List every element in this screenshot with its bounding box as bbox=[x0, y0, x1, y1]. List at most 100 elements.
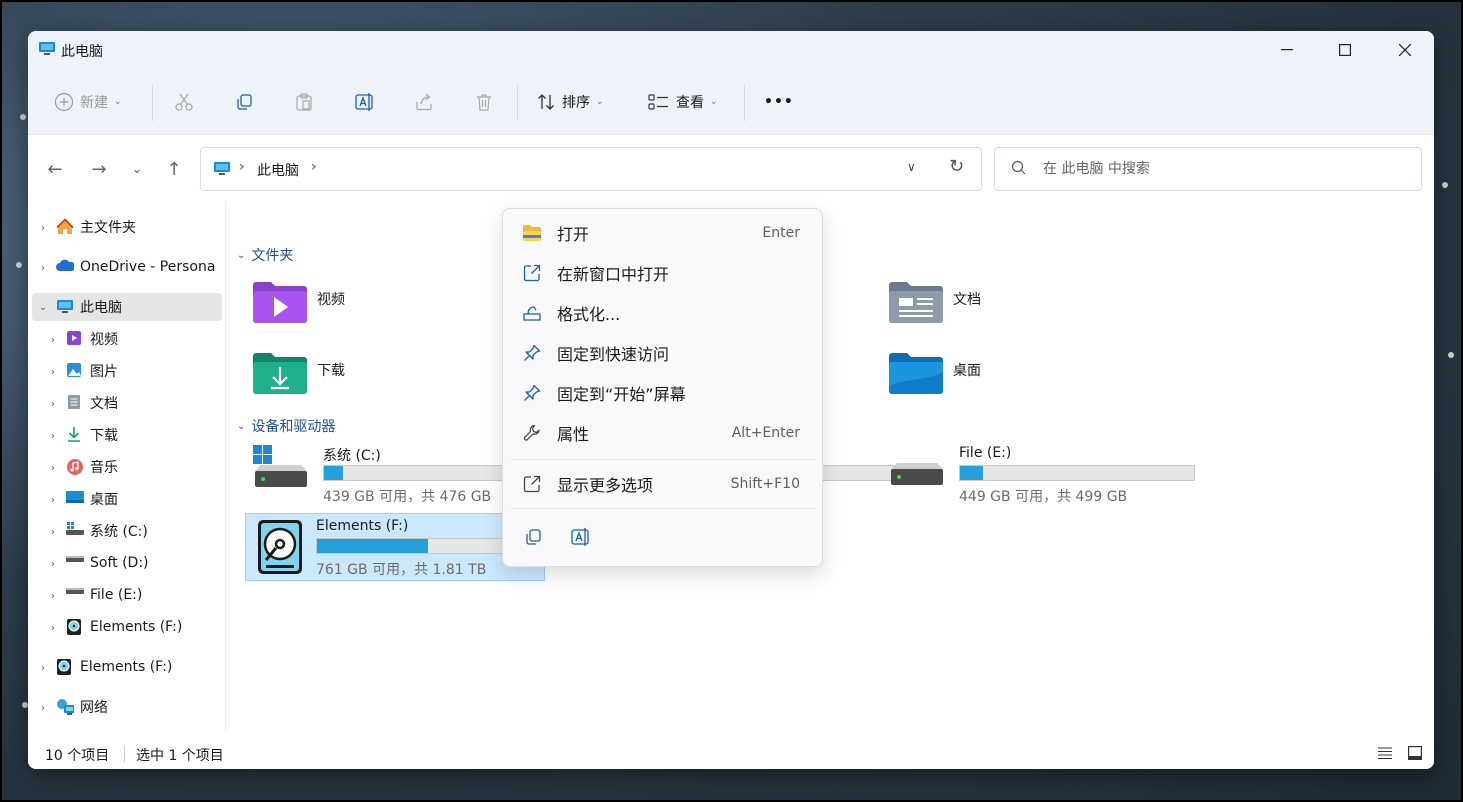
sidebar-item-elements-drive[interactable]: › Elements (F:) bbox=[36, 653, 172, 681]
sidebar-item-desktop[interactable]: › 桌面 bbox=[46, 485, 118, 513]
menu-item-properties[interactable]: 属性 Alt+Enter bbox=[503, 413, 822, 453]
sidebar-item-documents[interactable]: › 文档 bbox=[46, 389, 118, 417]
menu-item-format[interactable]: 格式化... bbox=[503, 293, 822, 333]
sidebar-item-drive-f[interactable]: › Elements (F:) bbox=[46, 613, 182, 641]
menu-item-label: 格式化... bbox=[557, 305, 621, 324]
new-button[interactable]: 新建 ⌄ bbox=[54, 87, 122, 117]
chevron-right-icon[interactable]: › bbox=[46, 429, 60, 442]
sidebar-item-label: 桌面 bbox=[90, 492, 118, 508]
status-divider bbox=[124, 746, 125, 762]
sort-button[interactable]: 排序 ⌄ bbox=[536, 87, 604, 117]
menu-copy-button[interactable] bbox=[521, 525, 545, 549]
chevron-down-icon[interactable]: ⌄ bbox=[36, 302, 50, 313]
section-title: 文件夹 bbox=[251, 248, 294, 264]
hard-drive-icon bbox=[66, 556, 84, 562]
folder-downloads[interactable]: 下载 bbox=[253, 352, 345, 394]
recent-locations-button[interactable]: ⌄ bbox=[124, 157, 150, 181]
refresh-icon[interactable]: ↻ bbox=[949, 156, 964, 177]
copy-button[interactable] bbox=[234, 87, 254, 117]
chevron-right-icon[interactable]: › bbox=[46, 365, 60, 378]
more-options-button[interactable]: ••• bbox=[764, 87, 794, 117]
show-more-icon bbox=[521, 473, 543, 495]
share-button[interactable] bbox=[414, 87, 434, 117]
system-drive-icon bbox=[253, 445, 307, 487]
chevron-right-icon[interactable]: › bbox=[46, 461, 60, 474]
sidebar-item-drive-e[interactable]: › File (E:) bbox=[46, 581, 143, 609]
sidebar-item-onedrive[interactable]: › OneDrive - Persona bbox=[36, 253, 216, 281]
forward-button[interactable]: → bbox=[86, 157, 112, 181]
rename-button[interactable] bbox=[354, 87, 376, 117]
search-box[interactable] bbox=[994, 147, 1422, 191]
menu-rename-button[interactable] bbox=[569, 525, 593, 549]
chevron-right-icon[interactable]: › bbox=[36, 221, 50, 234]
drive-f[interactable]: Elements (F:) 761 GB 可用，共 1.81 TB bbox=[245, 513, 545, 581]
folder-documents[interactable]: 文档 bbox=[889, 281, 981, 323]
cloud-icon bbox=[56, 259, 74, 271]
clipboard-icon bbox=[296, 93, 312, 111]
copy-icon bbox=[237, 94, 252, 110]
sort-icon bbox=[538, 94, 554, 110]
paste-button[interactable] bbox=[294, 87, 314, 117]
close-button[interactable] bbox=[1376, 31, 1434, 69]
folder-label: 下载 bbox=[317, 363, 345, 379]
chevron-right-icon[interactable]: › bbox=[46, 493, 60, 506]
sidebar-item-pictures[interactable]: › 图片 bbox=[46, 357, 118, 385]
menu-item-open-new-window[interactable]: 在新窗口中打开 bbox=[503, 253, 822, 293]
chevron-right-icon[interactable]: › bbox=[36, 261, 50, 274]
rename-icon bbox=[355, 93, 373, 111]
sidebar-item-drive-d[interactable]: › Soft (D:) bbox=[46, 549, 149, 577]
plus-circle-icon bbox=[54, 92, 74, 112]
menu-item-pin-quick-access[interactable]: 固定到快速访问 bbox=[503, 333, 822, 373]
desktop-folder-icon bbox=[889, 353, 943, 394]
toolbar-divider bbox=[744, 85, 745, 121]
address-history-chevron-icon[interactable]: ∨ bbox=[907, 160, 916, 174]
chevron-right-icon[interactable]: › bbox=[46, 557, 60, 570]
context-menu: 打开 Enter 在新窗口中打开 格式化... 固定到快速访问 固定到“开始”屏… bbox=[502, 208, 823, 567]
tiles-view-icon[interactable] bbox=[1408, 746, 1422, 760]
section-title: 设备和驱动器 bbox=[251, 419, 336, 435]
chevron-right-icon[interactable]: › bbox=[46, 621, 60, 634]
chevron-right-icon[interactable]: › bbox=[46, 589, 60, 602]
sidebar-item-network[interactable]: › 网络 bbox=[36, 693, 108, 721]
drive-e[interactable]: File (E:) 449 GB 可用，共 499 GB bbox=[889, 445, 1219, 505]
maximize-button[interactable] bbox=[1316, 31, 1374, 69]
sidebar-item-videos[interactable]: › 视频 bbox=[46, 325, 118, 353]
devices-section-header[interactable]: ⌄ 设备和驱动器 bbox=[237, 416, 335, 436]
breadcrumb-item[interactable]: 此电脑 bbox=[257, 160, 299, 180]
sidebar-item-label: 此电脑 bbox=[80, 300, 122, 316]
folders-section-header[interactable]: ⌄ 文件夹 bbox=[237, 245, 293, 265]
up-button[interactable]: ↑ bbox=[161, 157, 187, 181]
chevron-right-icon[interactable]: › bbox=[46, 525, 60, 538]
sidebar-item-music[interactable]: › 音乐 bbox=[46, 453, 118, 481]
folder-desktop[interactable]: 桌面 bbox=[889, 352, 981, 394]
menu-item-show-more-options[interactable]: 显示更多选项 Shift+F10 bbox=[503, 464, 822, 504]
search-input[interactable] bbox=[1043, 158, 1403, 180]
sidebar-item-label: 系统 (C:) bbox=[90, 524, 148, 540]
menu-item-open[interactable]: 打开 Enter bbox=[503, 213, 822, 253]
sidebar-item-drive-c[interactable]: › 系统 (C:) bbox=[46, 517, 148, 545]
system-drive-icon bbox=[66, 522, 84, 535]
menu-item-pin-start[interactable]: 固定到“开始”屏幕 bbox=[503, 373, 822, 413]
chevron-right-icon[interactable]: › bbox=[46, 397, 60, 410]
address-bar[interactable]: › 此电脑 › ∨ ↻ bbox=[200, 147, 982, 191]
sidebar-item-home[interactable]: › 主文件夹 bbox=[36, 213, 136, 241]
chevron-right-icon[interactable]: › bbox=[36, 661, 50, 674]
window-title: 此电脑 bbox=[61, 44, 103, 60]
drive-name: Elements (F:) bbox=[316, 518, 409, 534]
cut-button[interactable] bbox=[174, 87, 194, 117]
sidebar-item-downloads[interactable]: › 下载 bbox=[46, 421, 118, 449]
details-view-icon[interactable] bbox=[1378, 747, 1392, 759]
chevron-right-icon[interactable]: › bbox=[46, 333, 60, 346]
folder-videos[interactable]: 视频 bbox=[253, 281, 345, 323]
breadcrumb-chevron-icon[interactable]: › bbox=[311, 159, 317, 175]
external-drive-icon bbox=[57, 659, 71, 675]
menu-item-label: 在新窗口中打开 bbox=[557, 265, 670, 284]
chevron-right-icon[interactable]: › bbox=[36, 701, 50, 714]
view-button[interactable]: 查看 ⌄ bbox=[648, 87, 718, 117]
minimize-button[interactable] bbox=[1258, 31, 1316, 69]
delete-button[interactable] bbox=[474, 87, 494, 117]
back-button[interactable]: ← bbox=[42, 157, 68, 181]
drive-usage-fill bbox=[324, 466, 343, 480]
sidebar-item-this-pc[interactable]: ⌄ 此电脑 bbox=[32, 293, 222, 321]
drive-usage-fill bbox=[317, 539, 428, 553]
